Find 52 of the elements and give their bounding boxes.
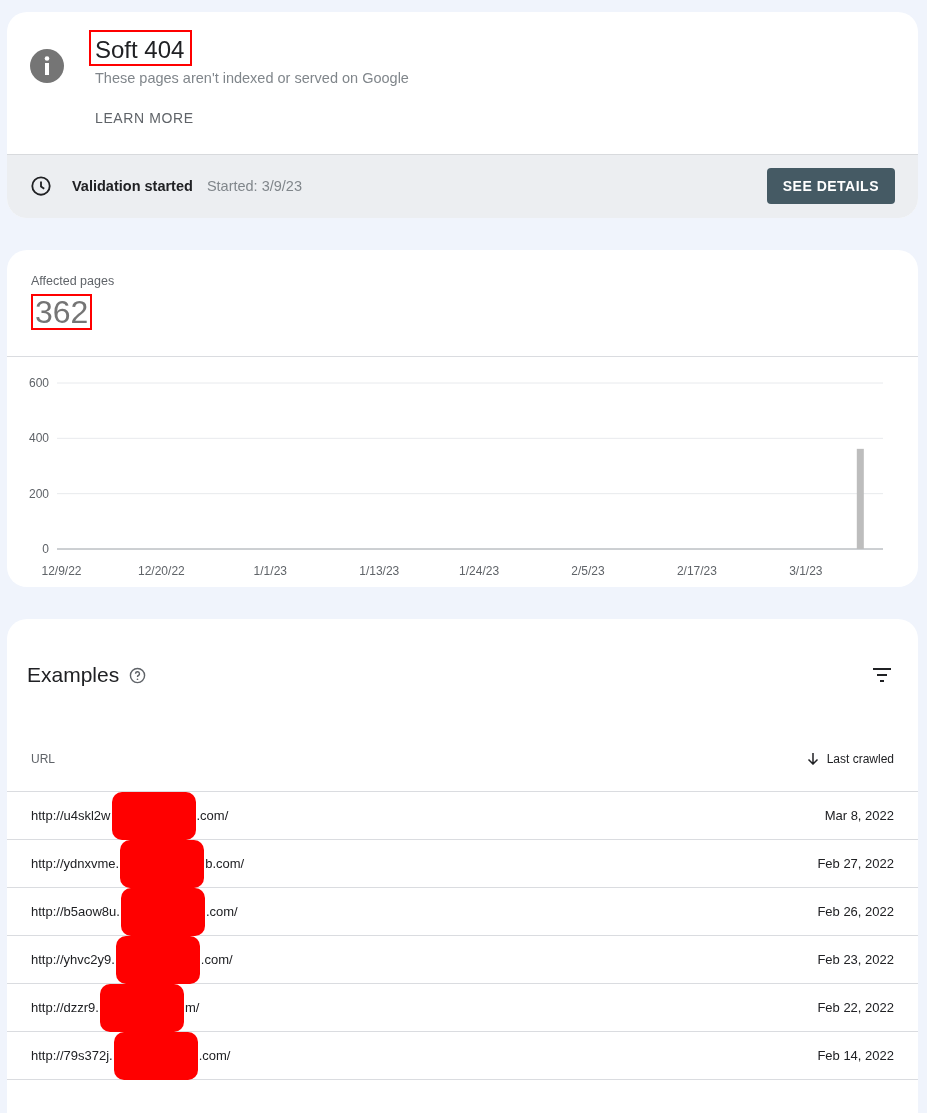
url-end-text: .com/ (200, 952, 233, 967)
url-column-header: URL (31, 752, 55, 766)
url-start-text: http://79s372j. (31, 1048, 113, 1063)
url-start-text: http://ydnxvme. (31, 856, 120, 871)
clock-icon (30, 175, 52, 197)
x-tick-label: 2/5/23 (571, 564, 605, 578)
example-row[interactable]: http://b5aow8u. .com/ Feb 26, 2022 (7, 888, 918, 936)
url-end-text: .com/ (198, 1048, 231, 1063)
url-end-text: .com/ (205, 904, 238, 919)
see-details-button[interactable]: SEE DETAILS (766, 168, 895, 204)
affected-pages-label: Affected pages (31, 274, 115, 288)
last-crawled-date: Mar 8, 2022 (824, 808, 894, 823)
url-start-text: http://b5aow8u. (31, 904, 120, 919)
x-tick-label: 3/1/23 (789, 564, 823, 578)
y-tick-label: 0 (42, 542, 49, 556)
validation-status: Validation started (72, 178, 193, 194)
url-end-text: .com/ (196, 808, 229, 823)
validation-started-date: Started: 3/9/23 (206, 178, 303, 194)
example-row[interactable]: http://ydnxvme. b.com/ Feb 27, 2022 (7, 840, 918, 888)
url-end-text: b.com/ (205, 856, 245, 871)
last-crawled-date: Feb 14, 2022 (817, 1048, 894, 1063)
issue-title: Soft 404 (89, 30, 193, 66)
y-tick-label: 600 (28, 376, 49, 390)
last-crawled-date: Feb 23, 2022 (817, 952, 894, 967)
url-start-text: http://dzzr9. (31, 1000, 99, 1015)
x-tick-label: 12/20/22 (138, 564, 185, 578)
last-crawled-date: Feb 26, 2022 (817, 904, 894, 919)
info-icon (29, 48, 65, 84)
url-start-text: http://yhvc2y9. (31, 952, 115, 967)
down-arrow-icon (806, 753, 819, 765)
x-tick-label: 1/24/23 (459, 564, 500, 578)
example-row[interactable]: http://u4skl2w .com/ Mar 8, 2022 (7, 792, 918, 840)
last-crawled-column-header[interactable]: Last crawled (806, 752, 894, 766)
example-row[interactable]: http://79s372j. .com/ Feb 14, 2022 (7, 1032, 918, 1080)
url-start-text: http://u4skl2w (31, 808, 111, 823)
x-tick-label: 2/17/23 (676, 564, 717, 578)
affected-pages-count: 362 (31, 294, 93, 330)
x-tick-label: 1/1/23 (253, 564, 287, 578)
url-end-text: m/ (184, 1000, 200, 1015)
y-tick-label: 400 (28, 431, 49, 446)
learn-more-link[interactable]: LEARN MORE (95, 110, 194, 126)
last-crawled-date: Feb 27, 2022 (817, 856, 894, 871)
x-tick-label: 1/13/23 (359, 564, 400, 578)
issue-description: These pages aren't indexed or served on Google (95, 70, 409, 86)
y-tick-label: 200 (28, 486, 49, 501)
help-icon[interactable] (129, 666, 147, 684)
filter-icon[interactable] (872, 668, 892, 682)
examples-title: Examples (27, 663, 120, 687)
example-row[interactable]: http://dzzr9. m/ Feb 22, 2022 (7, 984, 918, 1032)
last-crawled-date: Feb 22, 2022 (817, 1000, 894, 1015)
x-tick-label: 12/9/22 (41, 564, 82, 578)
example-row[interactable]: http://yhvc2y9. .com/ Feb 23, 2022 (7, 936, 918, 984)
